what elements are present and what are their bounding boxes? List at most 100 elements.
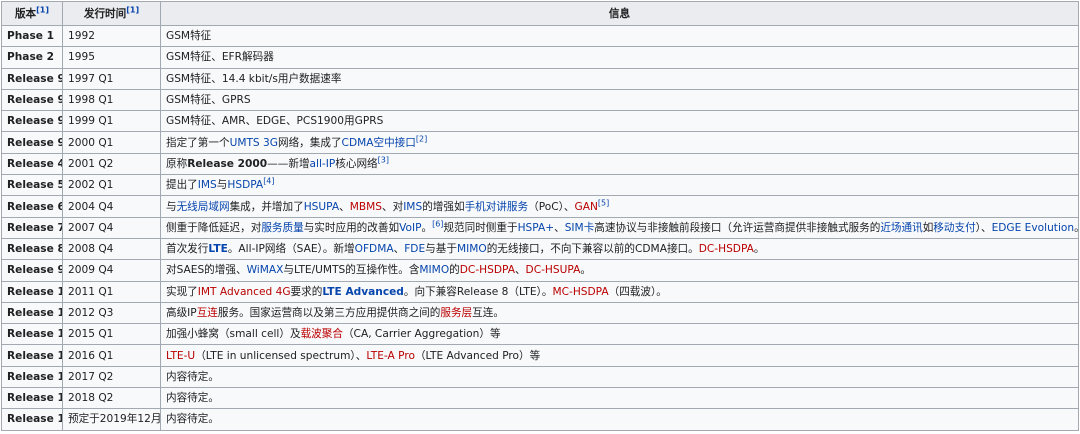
wiki-redlink[interactable]: 互连	[197, 307, 218, 319]
info-text: 要求的	[290, 285, 323, 298]
info-text: 。	[421, 221, 433, 234]
wiki-redlink[interactable]: DC-HSDPA	[460, 264, 515, 276]
wiki-link[interactable]: EDGE Evolution	[992, 222, 1075, 234]
table-row: Release 122015 Q1加强小蜂窝（small cell）及载波聚合（…	[1, 323, 1079, 346]
wiki-link[interactable]: 手机对讲服务	[465, 201, 529, 213]
info-text: 指定了第一个	[166, 136, 230, 149]
reference-link[interactable]: [3]	[378, 155, 389, 164]
wiki-link[interactable]: MIMO	[457, 243, 487, 255]
info-text: GSM特征、EFR解码器	[166, 51, 274, 64]
wiki-link[interactable]: FDE	[404, 243, 425, 255]
date-cell: 2007 Q4	[62, 216, 161, 239]
table-row: Release 7 2007 Q4 侧重于降低延迟，对服务质量与实时应用的改善如Vo…	[1, 216, 1079, 239]
wiki-link[interactable]: HSPA+	[518, 222, 555, 234]
info-text: 内容待定。	[166, 413, 219, 426]
info-cell: 提出了IMS与HSDPA[4]	[160, 174, 1079, 197]
date-cell: 2009 Q4	[62, 259, 161, 282]
info-text: ——新增	[267, 157, 310, 170]
version-cell: Release 15	[1, 387, 63, 410]
wiki-link[interactable]: IMS	[198, 179, 217, 191]
wiki-link[interactable]: all-IP	[310, 158, 336, 170]
info-text: 的无线接口，不向下兼容以前的CDMA接口。	[486, 243, 699, 256]
wiki-redlink[interactable]: MBMS	[350, 201, 382, 213]
wiki-link[interactable]: VoIP	[399, 222, 421, 234]
date-cell: 2016 Q1	[62, 344, 161, 367]
wiki-link[interactable]: WiMAX	[247, 264, 284, 276]
wiki-redlink[interactable]: LTE-U	[166, 350, 195, 362]
wiki-link[interactable]: 服务质量	[261, 222, 303, 234]
info-text: （LTE Advanced Pro）等	[414, 349, 541, 362]
header-date-label: 发行时间	[83, 7, 127, 20]
info-text: GSM特征、AMR、EDGE、PCS1900用GPRS	[166, 115, 384, 128]
header-date-ref[interactable]: [1]	[126, 5, 139, 14]
wiki-link[interactable]: MIMO	[419, 264, 449, 276]
table-row: Phase 2 1995 GSM特征、EFR解码器	[1, 46, 1079, 69]
version-cell: Phase 2	[1, 46, 63, 69]
reference-link[interactable]: [5]	[598, 198, 609, 207]
reference-link[interactable]: [6]	[432, 219, 443, 228]
wiki-redlink[interactable]: DC-HSUPA	[526, 264, 581, 276]
info-text: GSM特征	[166, 30, 212, 43]
date-cell: 1999 Q1	[62, 110, 161, 133]
info-cell: GSM特征、14.4 kbit/s用户数据速率	[160, 67, 1079, 90]
wiki-redlink[interactable]: GAN	[575, 201, 598, 213]
wiki-link[interactable]: LTE	[208, 243, 227, 255]
info-text: 的	[449, 264, 460, 277]
table-row: Release 16预定于2019年12月内容待定。	[1, 408, 1079, 431]
wiki-link[interactable]: HSDPA	[227, 179, 263, 191]
date-cell: 2008 Q4	[62, 237, 161, 261]
table-row: Release 5 2002 Q1 提出了IMS与HSDPA[4]	[1, 174, 1079, 197]
date-cell: 2004 Q4	[62, 195, 161, 218]
date-cell: 1997 Q1	[62, 67, 161, 90]
wiki-link[interactable]: HSUPA	[304, 201, 339, 213]
version-cell: Release 7	[1, 216, 63, 239]
info-text: 与	[216, 179, 228, 192]
wiki-redlink[interactable]: MC-HSDPA	[552, 286, 608, 298]
wiki-redlink[interactable]: 服务层	[440, 307, 472, 319]
info-cell: 指定了第一个UMTS 3G网络，集成了CDMA空中接口[2]	[160, 131, 1079, 154]
info-text: GSM特征、GPRS	[166, 94, 251, 107]
info-cell: 实现了IMT Advanced 4G要求的LTE Advanced。向下兼容Re…	[160, 280, 1079, 303]
info-text: 。	[1074, 222, 1077, 234]
info-cell: 对SAES的增强、WiMAX与LTE/UMTS的互操作性。含MIMO的DC-HS…	[160, 259, 1079, 282]
wiki-link[interactable]: IMS	[403, 201, 422, 213]
header-version-ref[interactable]: [1]	[36, 5, 49, 14]
info-text: 规范同时侧重于	[443, 221, 518, 234]
wiki-link[interactable]: LTE Advanced	[322, 286, 404, 298]
version-cell: Release 98	[1, 110, 63, 133]
wiki-link[interactable]: 无线局域网	[177, 201, 230, 213]
wiki-link[interactable]: CDMA空中接口	[342, 137, 416, 149]
info-text: 、	[339, 200, 350, 213]
info-text: 如	[922, 221, 934, 234]
info-text: 、	[554, 221, 565, 234]
info-cell: 高级IP互连服务。国家运营商以及第三方应用提供商之间的服务层互连。	[160, 301, 1079, 325]
version-cell: Release 8	[1, 237, 63, 261]
version-cell: Release 12	[1, 323, 63, 346]
info-text: （四载波）。	[608, 285, 667, 298]
info-cell: 首次发行LTE。All-IP网络（SAE）。新增OFDMA、FDE与基于MIMO…	[160, 237, 1079, 261]
table-row: Release 142017 Q2 内容待定。	[1, 365, 1079, 389]
wiki-link[interactable]: SIM卡	[565, 222, 595, 234]
info-cell: 侧重于降低延迟，对服务质量与实时应用的改善如VoIP。[6]规范同时侧重于HSP…	[160, 216, 1079, 239]
wiki-link[interactable]: UMTS 3G	[230, 137, 278, 149]
table-row: Release 981999 Q1 GSM特征、AMR、EDGE、PCS1900用…	[1, 110, 1079, 133]
wiki-link[interactable]: 移动支付	[933, 222, 975, 234]
reference-link[interactable]: [2]	[416, 134, 427, 143]
info-text: 互连。	[472, 307, 504, 319]
wiki-link[interactable]: OFDMA	[355, 243, 394, 255]
info-text: 原称	[166, 157, 188, 170]
version-cell: Release 16	[1, 408, 63, 431]
info-text: 核心网络	[335, 157, 378, 170]
table-row: Release 152018 Q2 内容待定。	[1, 387, 1079, 410]
header-info: 信息	[160, 1, 1079, 26]
info-cell: 内容待定。	[160, 365, 1079, 389]
reference-link[interactable]: [4]	[263, 177, 274, 186]
wiki-redlink[interactable]: 载波聚合	[301, 328, 343, 340]
wiki-link[interactable]: 近场通讯	[880, 222, 922, 234]
version-cell: Release 9	[1, 259, 63, 282]
header-version: 版本[1]	[1, 1, 63, 26]
wiki-redlink[interactable]: IMT Advanced 4G	[198, 286, 291, 298]
wiki-redlink[interactable]: DC-HSDPA	[699, 243, 754, 255]
info-cell: 加强小蜂窝（small cell）及载波聚合（CA, Carrier Aggre…	[160, 323, 1079, 346]
wiki-redlink[interactable]: LTE-A Pro	[366, 350, 415, 362]
